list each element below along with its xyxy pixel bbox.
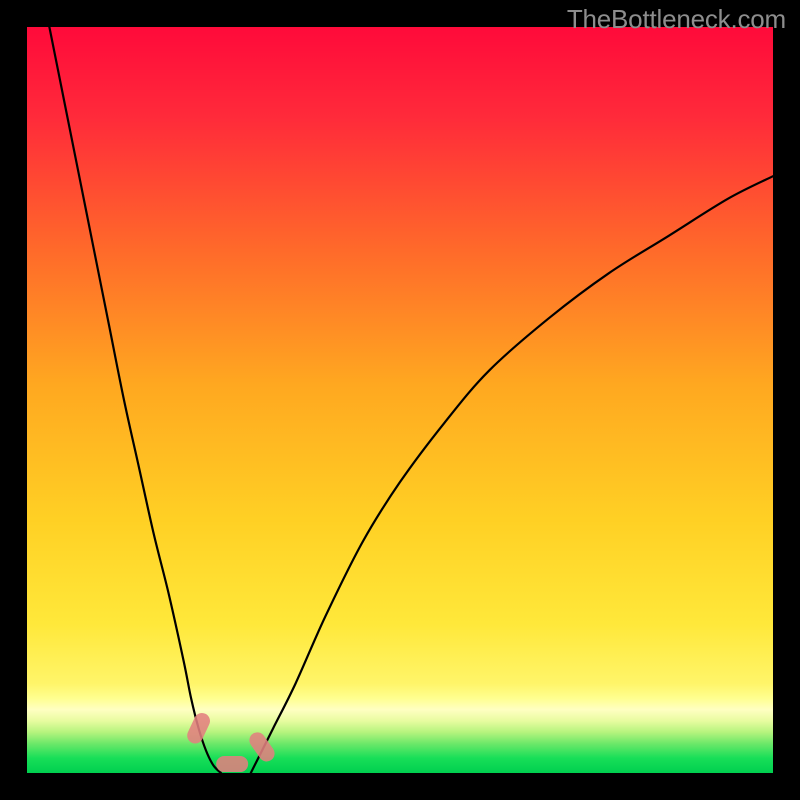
watermark-label: TheBottleneck.com [567,4,786,35]
bottleneck-chart [27,27,773,773]
mid-marker [216,756,248,772]
chart-background [27,27,773,773]
chart-frame: TheBottleneck.com [0,0,800,800]
